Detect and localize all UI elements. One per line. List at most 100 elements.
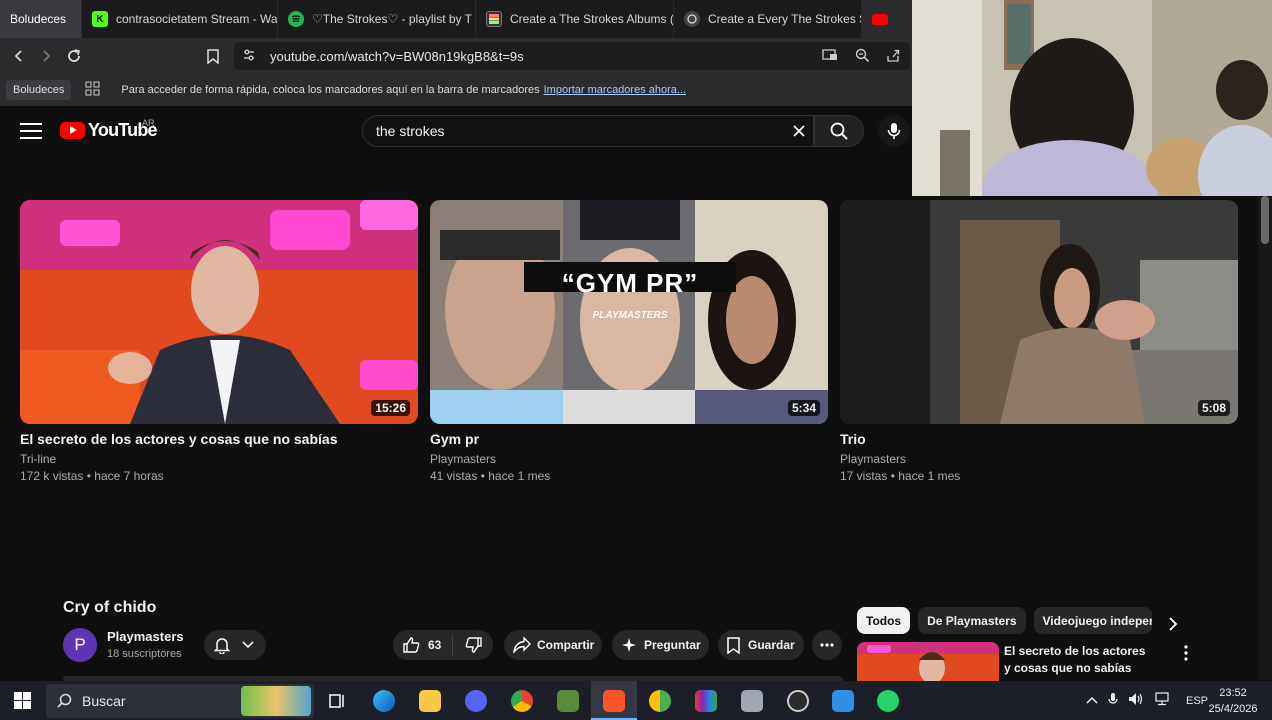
related-thumbnail-image bbox=[857, 642, 999, 681]
scrollbar-thumb[interactable] bbox=[1261, 196, 1269, 244]
channel-avatar[interactable]: P bbox=[63, 628, 97, 662]
cast-icon[interactable] bbox=[822, 48, 838, 65]
channel-name[interactable]: Playmasters bbox=[107, 629, 184, 644]
video-title[interactable]: Trio bbox=[840, 431, 1238, 447]
voice-search-button[interactable] bbox=[878, 115, 910, 147]
tab-spotify-playlist[interactable]: ♡The Strokes♡ - playlist by T bbox=[278, 0, 476, 38]
video-duration-badge: 15:26 bbox=[371, 400, 410, 416]
microphone-tray-icon[interactable] bbox=[1108, 692, 1118, 710]
volume-icon[interactable] bbox=[1128, 692, 1144, 709]
ask-button[interactable]: Preguntar bbox=[612, 630, 709, 660]
discord-icon[interactable] bbox=[465, 690, 487, 712]
site-settings-icon[interactable] bbox=[242, 48, 256, 65]
chevron-right-icon[interactable] bbox=[1168, 617, 1178, 636]
chip-all[interactable]: Todos bbox=[857, 607, 911, 634]
windows-taskbar: Buscar ESP 23:52 25/4/2026 bbox=[0, 681, 1272, 720]
file-explorer-icon[interactable] bbox=[419, 690, 441, 712]
network-icon[interactable] bbox=[1154, 692, 1170, 709]
windows-start-icon[interactable] bbox=[14, 692, 31, 714]
tab-kick-stream[interactable]: K contrasocietatem Stream - Wat bbox=[82, 0, 278, 38]
brave-browser-icon[interactable] bbox=[603, 690, 625, 712]
dislike-button[interactable] bbox=[453, 637, 493, 653]
video-channel[interactable]: Tri-line bbox=[20, 452, 418, 466]
webcam-overlay bbox=[912, 0, 1272, 196]
video-meta: 172 k vistas • hace 7 horas bbox=[20, 469, 164, 483]
tray-overflow-chevron-icon[interactable] bbox=[1086, 695, 1098, 707]
back-button[interactable] bbox=[5, 42, 33, 70]
video-title[interactable]: El secreto de los actores y cosas que no… bbox=[20, 431, 418, 447]
youtube-header: YouTube AR the strokes bbox=[0, 106, 912, 156]
video-thumbnail[interactable]: 5:08 bbox=[840, 200, 1238, 424]
forward-button[interactable] bbox=[32, 42, 60, 70]
video-card[interactable]: 15:26 El secreto de los actores y cosas … bbox=[20, 200, 418, 483]
minecraft-icon[interactable] bbox=[557, 690, 579, 712]
zoom-icon[interactable] bbox=[855, 48, 870, 66]
video-duration-badge: 5:34 bbox=[787, 400, 820, 416]
video-card[interactable]: “GYM PR” PLAYMASTERS 5:34 Gym pr Playmas… bbox=[430, 200, 828, 483]
video-card[interactable]: 5:08 Trio Playmasters 17 vistas • hace 1… bbox=[840, 200, 1238, 483]
chip-indie-game[interactable]: Videojuego independ bbox=[1033, 607, 1152, 634]
video-channel[interactable]: Playmasters bbox=[430, 452, 828, 466]
chip-from-channel[interactable]: De Playmasters bbox=[918, 607, 1026, 634]
tab-label: Create a The Strokes Albums (i bbox=[510, 12, 674, 26]
tab-group-boludeces[interactable]: Boludeces bbox=[0, 0, 82, 38]
save-button[interactable]: Guardar bbox=[718, 630, 804, 660]
sparkle-icon bbox=[622, 638, 636, 652]
edge-browser-icon[interactable] bbox=[373, 690, 395, 712]
reload-button[interactable] bbox=[60, 42, 88, 70]
bookmark-bar: Boludeces Para acceder de forma rápida, … bbox=[0, 74, 912, 106]
youtube-logo[interactable]: YouTube AR bbox=[60, 118, 158, 141]
more-vertical-icon[interactable] bbox=[1184, 645, 1188, 666]
related-video-thumbnail[interactable] bbox=[857, 642, 999, 681]
like-button[interactable]: 63 bbox=[393, 635, 453, 655]
obs-studio-icon[interactable] bbox=[787, 690, 809, 712]
video-channel[interactable]: Playmasters bbox=[840, 452, 1238, 466]
app-icon[interactable] bbox=[695, 690, 717, 712]
chrome-icon[interactable] bbox=[511, 690, 533, 712]
more-actions-button[interactable] bbox=[812, 630, 842, 660]
share-label: Compartir bbox=[537, 638, 595, 652]
video-thumbnail[interactable]: “GYM PR” PLAYMASTERS 5:34 bbox=[430, 200, 828, 424]
bell-icon bbox=[214, 637, 230, 654]
video-thumbnail[interactable]: 15:26 bbox=[20, 200, 418, 424]
tab-youtube-active[interactable] bbox=[862, 0, 912, 38]
youtube-favicon-icon bbox=[872, 13, 888, 25]
search-input[interactable]: the strokes bbox=[362, 115, 814, 147]
save-label: Guardar bbox=[748, 638, 795, 652]
related-video-title[interactable]: El secreto de los actores y cosas que no… bbox=[1004, 643, 1154, 677]
tab-tiermaker-songs[interactable]: Create a Every The Strokes Son bbox=[674, 0, 862, 38]
system-tray: ESP bbox=[1086, 681, 1208, 720]
page-scrollbar[interactable] bbox=[1258, 196, 1272, 680]
thumbnail-overlay-title: “GYM PR” bbox=[561, 268, 699, 298]
address-bar[interactable]: youtube.com/watch?v=BW08n19kgB8&t=9s bbox=[234, 42, 910, 70]
search-highlight-image bbox=[241, 686, 311, 716]
bookmark-folder-chip[interactable]: Boludeces bbox=[6, 80, 72, 100]
clock-date: 25/4/2026 bbox=[1208, 703, 1258, 715]
video-title[interactable]: Gym pr bbox=[430, 431, 828, 447]
task-view-icon[interactable] bbox=[326, 690, 348, 712]
app-icon[interactable] bbox=[649, 690, 671, 712]
share-page-icon[interactable] bbox=[886, 48, 901, 66]
taskbar-search-box[interactable]: Buscar bbox=[46, 684, 314, 718]
menu-hamburger-icon[interactable] bbox=[20, 120, 42, 142]
browser-tab-bar: Boludeces K contrasocietatem Stream - Wa… bbox=[0, 0, 912, 38]
clear-search-icon[interactable] bbox=[791, 123, 807, 142]
whatsapp-icon[interactable] bbox=[877, 690, 899, 712]
bookmark-icon[interactable] bbox=[199, 42, 227, 70]
notifications-button[interactable] bbox=[204, 630, 266, 660]
thumbs-up-icon bbox=[403, 637, 420, 653]
import-bookmarks-link[interactable]: Importar marcadores ahora... bbox=[544, 84, 686, 96]
search-button[interactable] bbox=[814, 115, 864, 147]
app-icon[interactable] bbox=[741, 690, 763, 712]
language-indicator[interactable]: ESP bbox=[1186, 695, 1208, 707]
taskbar-clock[interactable]: 23:52 25/4/2026 bbox=[1206, 685, 1260, 717]
like-dislike-group: 63 bbox=[393, 630, 493, 660]
tab-tiermaker-albums[interactable]: Create a The Strokes Albums (i bbox=[476, 0, 674, 38]
share-button[interactable]: Compartir bbox=[504, 630, 602, 660]
microphone-icon bbox=[887, 123, 901, 139]
share-arrow-icon bbox=[513, 637, 531, 653]
app-icon[interactable] bbox=[832, 690, 854, 712]
like-count: 63 bbox=[428, 638, 442, 652]
apps-grid-icon[interactable] bbox=[85, 81, 100, 99]
search-query-text: the strokes bbox=[376, 123, 445, 139]
